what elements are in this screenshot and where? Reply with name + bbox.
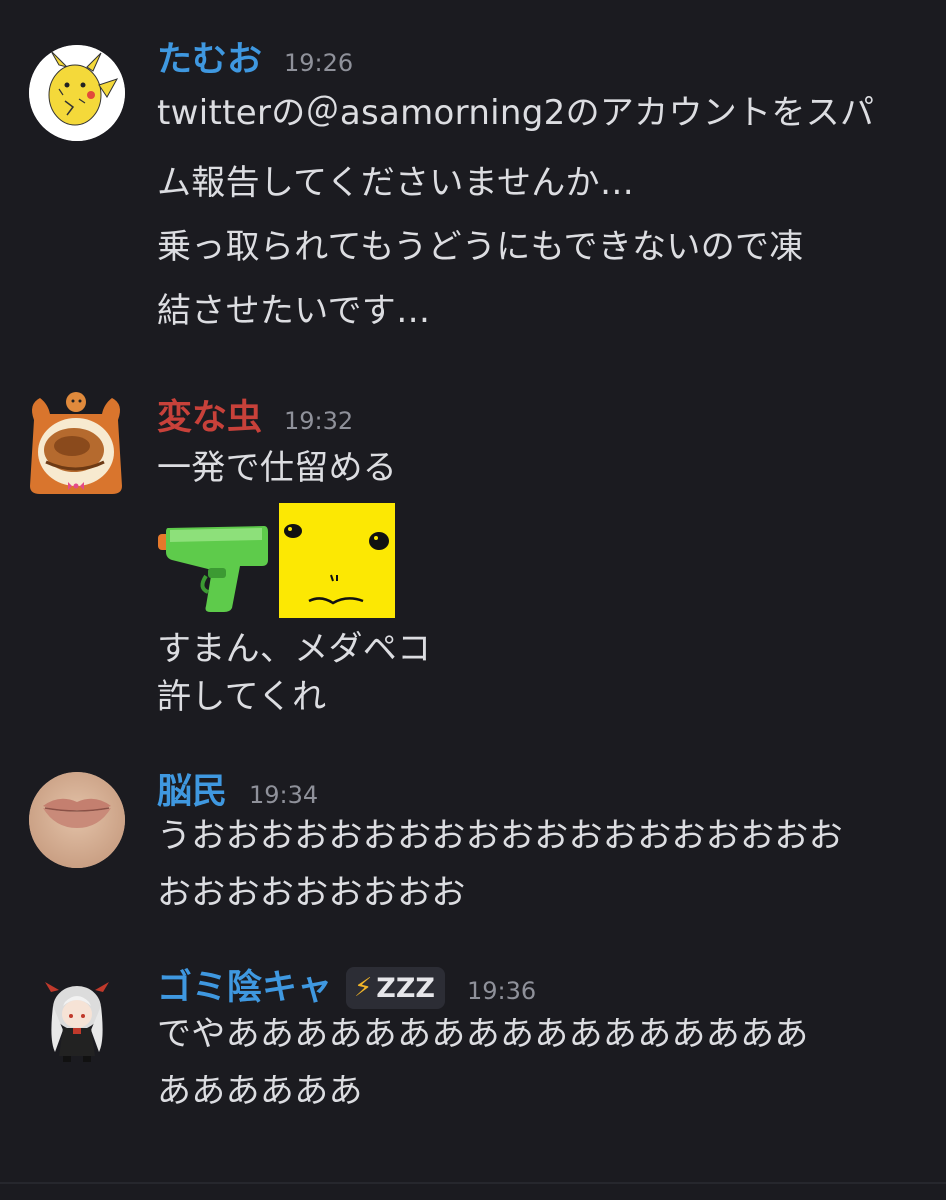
- message-text-line: おおおおおおおおお: [157, 873, 466, 913]
- message-header: 脳民 19:34: [157, 770, 318, 814]
- water-pistol-emoji[interactable]: [152, 516, 270, 612]
- message-text-line: でやあああああああああああああああああ: [157, 1014, 809, 1054]
- timestamp: 19:26: [284, 49, 354, 77]
- timestamp: 19:32: [284, 407, 354, 435]
- message-header: 変な虫 19:32: [157, 396, 353, 440]
- message-text-line: ム報告してくださいませんか…: [157, 163, 635, 203]
- username[interactable]: 脳民: [157, 770, 227, 814]
- timestamp: 19:34: [249, 781, 319, 809]
- message-header: たむお 19:26: [157, 38, 353, 82]
- lips-avatar[interactable]: [29, 772, 125, 868]
- message-text-line: すまん、メダペコ: [157, 629, 432, 669]
- username[interactable]: たむお: [157, 38, 262, 82]
- username[interactable]: ゴミ陰キャ: [157, 966, 332, 1010]
- pikachu-drawing-avatar[interactable]: [29, 45, 125, 141]
- message-header: ゴミ陰キャ ⚡ ZZZ 19:36: [157, 966, 536, 1010]
- yellow-face-custom-emoji[interactable]: [279, 503, 395, 618]
- status-badge[interactable]: ⚡ ZZZ: [346, 967, 446, 1009]
- message-text-line: 乗っ取られてもうどうにもできないので凍: [157, 227, 804, 267]
- dog-bread-frame-avatar[interactable]: [24, 390, 128, 496]
- status-badge-text: ZZZ: [376, 972, 436, 1004]
- message-text-line: 一発で仕留める: [157, 448, 398, 488]
- bottom-divider: [0, 1182, 946, 1184]
- message-text-line: 結させたいです…: [157, 291, 431, 331]
- message-text-line: twitterの＠asamorning2のアカウントをスパ: [157, 93, 875, 133]
- timestamp: 19:36: [467, 977, 537, 1005]
- anime-chibi-avatar[interactable]: [29, 970, 125, 1066]
- message-text-line: 許してくれ: [157, 677, 327, 717]
- username[interactable]: 変な虫: [157, 396, 262, 440]
- message-text-line: うおおおおおおおおおおおおおおおおおおお: [157, 816, 843, 856]
- message-text-line: ああああああ: [157, 1071, 363, 1111]
- lightning-icon: ⚡: [354, 973, 373, 1003]
